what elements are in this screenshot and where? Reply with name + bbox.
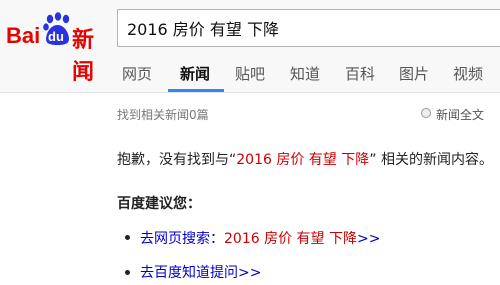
result-count: 找到相关新闻0篇	[117, 108, 209, 122]
tab-news[interactable]: 新闻	[180, 63, 210, 84]
web-search-query: 2016 房价 有望 下降	[224, 231, 357, 247]
web-search-label: 去网页搜索：	[140, 231, 224, 247]
tab-web[interactable]: 网页	[122, 63, 152, 84]
tab-images[interactable]: 图片	[399, 63, 429, 84]
web-search-arrow: >>	[356, 231, 381, 247]
suggestion-zhidao: 去百度知道提问>>	[140, 262, 261, 282]
search-box	[117, 9, 500, 47]
no-results-notice: 抱歉，没有找到与“2016 房价 有望 下降” 相关的新闻内容。	[117, 149, 493, 169]
notice-suffix: ” 相关的新闻内容。	[369, 152, 493, 168]
header: Bai du 新闻 网页 新闻 贴吧 知道 百科 图片 视频	[0, 0, 500, 93]
bullet-icon	[125, 235, 130, 240]
notice-query: 2016 房价 有望 下降	[236, 152, 370, 168]
active-tab-indicator	[168, 89, 224, 92]
tab-tieba[interactable]: 贴吧	[235, 63, 265, 84]
zhidao-ask-link[interactable]: 去百度知道提问>>	[140, 265, 261, 281]
zhidao-arrow: >>	[238, 265, 262, 281]
fulltext-radio[interactable]	[421, 108, 431, 118]
search-input[interactable]	[118, 10, 500, 46]
fulltext-label[interactable]: 新闻全文	[436, 106, 484, 123]
tab-zhidao[interactable]: 知道	[290, 63, 320, 84]
suggestions-title: 百度建议您：	[117, 196, 201, 212]
search-tabs: 网页 新闻 贴吧 知道 百科 图片 视频	[0, 60, 500, 92]
tab-baike[interactable]: 百科	[345, 63, 375, 84]
web-search-link[interactable]: 去网页搜索：2016 房价 有望 下降>>	[140, 231, 380, 247]
baidu-news-logo[interactable]: Bai du 新闻	[6, 10, 108, 85]
zhidao-label: 去百度知道提问	[140, 265, 238, 281]
logo-text-du: du	[48, 29, 64, 44]
suggestion-web-search: 去网页搜索：2016 房价 有望 下降>>	[140, 228, 380, 248]
notice-prefix: 抱歉，没有找到与“	[117, 152, 237, 168]
bullet-icon	[125, 270, 130, 275]
logo-text-bai: Bai	[6, 23, 41, 48]
tab-video[interactable]: 视频	[453, 63, 483, 84]
